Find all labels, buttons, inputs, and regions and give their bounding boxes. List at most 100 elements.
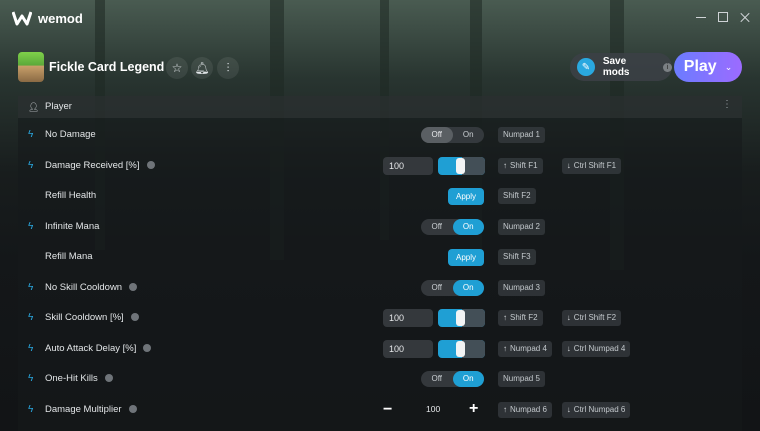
mod-label: Refill Health xyxy=(45,190,97,201)
hotkey-badge[interactable]: ↑ Shift F1 xyxy=(498,157,543,174)
arrow-up-icon: ↑ xyxy=(503,313,507,322)
stepper-value: 100 xyxy=(426,403,441,414)
hotkey-badge[interactable]: Shift F3 xyxy=(498,249,536,265)
hotkey-badge[interactable]: ↑ Numpad 4 xyxy=(498,340,552,357)
lightning-icon: ϟ xyxy=(28,220,34,232)
sliders-icon: ⫶ xyxy=(226,60,230,75)
toggle-off-option[interactable]: Off xyxy=(421,371,453,387)
mod-label: Damage Received [%] xyxy=(45,160,155,171)
value-input[interactable]: 100 xyxy=(383,309,433,327)
hotkey-badge[interactable]: ↓ Ctrl Numpad 4 xyxy=(561,340,631,357)
bell-icon: 🔔︎ xyxy=(194,61,210,75)
info-icon[interactable] xyxy=(146,160,155,169)
mod-row: ϟ No Skill Cooldown Off On Numpad 3 xyxy=(18,273,742,303)
arrow-up-icon: ↑ xyxy=(503,160,507,170)
lightning-icon: ϟ xyxy=(28,403,34,415)
wemod-logo-icon xyxy=(12,11,32,26)
info-icon[interactable] xyxy=(128,404,137,413)
mod-row: Refill Health Apply Shift F2 xyxy=(18,181,742,211)
apply-button[interactable]: Apply xyxy=(448,249,484,266)
mod-row: ϟ One-Hit Kills Off On Numpad 5 xyxy=(18,364,742,394)
title-bar: wemod xyxy=(0,0,760,36)
info-icon[interactable] xyxy=(129,282,138,291)
toggle-off-option[interactable]: Off xyxy=(421,219,453,235)
value-input[interactable]: 100 xyxy=(383,156,433,175)
lightning-icon: ϟ xyxy=(28,342,34,354)
decrement-button[interactable]: − xyxy=(383,401,392,419)
slider-thumb[interactable] xyxy=(456,310,465,326)
notifications-button[interactable]: 🔔︎ xyxy=(191,57,213,79)
apply-button[interactable]: Apply xyxy=(448,188,484,205)
info-icon[interactable] xyxy=(104,374,113,383)
on-off-toggle[interactable]: Off On xyxy=(421,127,484,143)
on-off-toggle[interactable]: Off On xyxy=(421,371,484,387)
section-title: Player xyxy=(45,101,72,112)
arrow-up-icon: ↑ xyxy=(503,404,507,414)
mod-row: ϟ Infinite Mana Off On Numpad 2 xyxy=(18,212,742,242)
arrow-down-icon: ↓ xyxy=(566,404,571,414)
slider-track xyxy=(462,309,485,327)
hotkey-badge[interactable]: ↓ Ctrl Shift F2 xyxy=(561,310,622,326)
favorite-button[interactable]: ☆ xyxy=(166,57,188,79)
app-brand: wemod xyxy=(38,10,83,26)
save-mods-button[interactable]: ✎ Save mods i xyxy=(570,53,672,81)
mod-label: No Damage xyxy=(45,129,96,140)
on-off-toggle[interactable]: Off On xyxy=(421,218,484,235)
hotkey-badge[interactable]: Numpad 2 xyxy=(498,218,545,235)
chevron-down-icon[interactable]: ⌄ xyxy=(725,62,733,73)
hotkey-badge[interactable]: Shift F2 xyxy=(498,188,536,204)
on-off-toggle[interactable]: Off On xyxy=(421,279,484,296)
lightning-icon: ϟ xyxy=(28,373,34,384)
hotkey-badge[interactable]: ↑ Shift F2 xyxy=(498,310,543,326)
slider-track xyxy=(462,156,485,175)
hotkey-badge[interactable]: Numpad 5 xyxy=(498,371,545,387)
mod-label: Skill Cooldown [%] xyxy=(45,312,139,323)
hotkey-badge[interactable]: Numpad 1 xyxy=(498,127,545,143)
hotkey-badge[interactable]: ↑ Numpad 6 xyxy=(498,401,552,418)
mod-row: ϟ Skill Cooldown [%] 100 ↑ Shift F2 ↓ Ctrl Shi… xyxy=(18,303,742,333)
toggle-on-option[interactable]: On xyxy=(452,279,484,296)
maximize-icon[interactable] xyxy=(718,12,728,22)
mod-label: No Skill Cooldown xyxy=(45,282,138,293)
hotkey-badge[interactable]: Numpad 3 xyxy=(498,279,545,296)
minimize-icon[interactable] xyxy=(696,12,706,22)
increment-button[interactable]: + xyxy=(469,400,478,418)
mod-row: ϟ No Damage Off On Numpad 1 xyxy=(18,120,742,150)
toggle-on-option[interactable]: On xyxy=(452,218,484,235)
slider-thumb[interactable] xyxy=(456,340,465,357)
settings-button[interactable]: ⫶ xyxy=(217,57,239,79)
hotkey-badge[interactable]: ↓ Ctrl Numpad 6 xyxy=(561,401,631,418)
hotkey-badge[interactable]: ↓ Ctrl Shift F1 xyxy=(561,157,622,174)
toggle-off-option[interactable]: Off xyxy=(421,280,453,296)
mod-row: Refill Mana Apply Shift F3 xyxy=(18,242,742,272)
value-slider[interactable] xyxy=(438,309,485,327)
mod-label: Damage Multiplier xyxy=(45,404,137,415)
save-mods-label: Save mods xyxy=(602,56,630,78)
arrow-down-icon: ↓ xyxy=(566,313,571,322)
info-icon[interactable] xyxy=(130,313,139,322)
value-slider[interactable] xyxy=(438,156,485,175)
toggle-on-option[interactable]: On xyxy=(453,127,485,143)
mod-label: One-Hit Kills xyxy=(45,373,113,384)
value-slider[interactable] xyxy=(438,339,485,358)
slider-thumb[interactable] xyxy=(456,157,465,174)
close-icon[interactable] xyxy=(740,12,750,22)
window-controls xyxy=(696,12,750,22)
game-title: Fickle Card Legend xyxy=(49,60,165,74)
lightning-icon: ϟ xyxy=(28,129,34,140)
mod-label: Refill Mana xyxy=(45,251,93,262)
lightning-icon: ϟ xyxy=(28,159,34,171)
mod-label: Auto Attack Delay [%] xyxy=(45,343,152,354)
mod-row: ϟ Damage Received [%] 100 ↑ Shift F1 ↓ Ctrl Sh… xyxy=(18,151,742,181)
play-button[interactable]: Play ⌄ xyxy=(674,52,742,82)
slider-track xyxy=(462,339,485,358)
value-input[interactable]: 100 xyxy=(383,339,433,358)
more-options-icon[interactable]: ⋮ xyxy=(722,99,732,110)
mod-label: Infinite Mana xyxy=(45,220,100,232)
info-icon[interactable] xyxy=(143,343,152,352)
mod-row: ϟ Auto Attack Delay [%] 100 ↑ Numpad 4 ↓ Ctrl … xyxy=(18,334,742,364)
toggle-off-option[interactable]: Off xyxy=(421,127,453,143)
value-stepper: − 100 + xyxy=(383,400,488,420)
play-label: Play xyxy=(683,58,717,75)
toggle-on-option[interactable]: On xyxy=(452,371,484,387)
